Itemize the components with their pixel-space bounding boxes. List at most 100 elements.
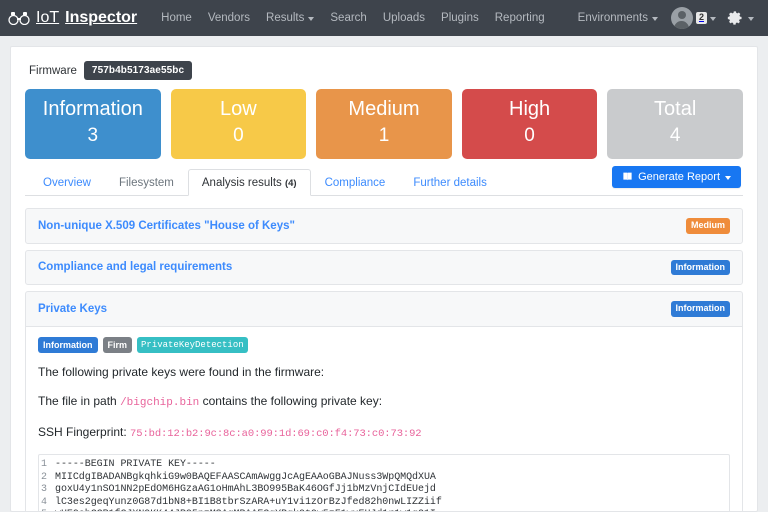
book-icon: [622, 171, 633, 182]
stat-label: Medium: [348, 98, 420, 120]
nav-item-reporting[interactable]: Reporting: [487, 3, 553, 33]
nav-item-results[interactable]: Results: [258, 3, 322, 33]
ssh-fingerprint-value: 75:bd:12:b2:9c:8c:a0:99:1d:69:c0:f4:73:c…: [130, 428, 422, 441]
tag-scope: Firm: [102, 336, 133, 354]
tab-overview[interactable]: Overview: [29, 169, 105, 196]
chevron-down-icon: [651, 17, 658, 21]
code-line-text: lC3es2geqYunz0G87d1bN8+BI1B8tbrSzARA+uY1…: [55, 496, 442, 508]
nav-label: Home: [161, 12, 192, 24]
stat-card-high[interactable]: High 0: [461, 89, 598, 159]
user-menu[interactable]: 2: [666, 2, 721, 34]
result-title: Private Keys: [38, 303, 108, 316]
environments-label: Environments: [577, 12, 648, 24]
stat-card-low[interactable]: Low 0: [170, 89, 307, 159]
result-title: Non-unique X.509 Certificates "House of …: [38, 219, 295, 232]
code-line-number: 4: [40, 496, 47, 508]
stat-card-medium[interactable]: Medium 1: [316, 89, 452, 159]
code-line-number: 1: [40, 459, 47, 471]
nav-label: Vendors: [207, 12, 251, 24]
ssh-fingerprint-label: SSH Fingerprint:: [38, 425, 131, 440]
avatar: [670, 7, 693, 29]
top-navbar: IoT Inspector Home Vendors Results Search…: [0, 0, 768, 36]
stat-label: Low: [220, 98, 257, 120]
brand-text-light: IoT: [36, 9, 60, 26]
detector-tag-row: Information Firm PrivateKeyDetection: [38, 336, 730, 354]
chevron-down-icon: [748, 17, 754, 21]
tab-analysis-results[interactable]: Analysis results (4): [187, 168, 311, 196]
stat-value: 0: [233, 125, 244, 146]
ssh-fingerprint-line: SSH Fingerprint: 75:bd:12:b2:9c:8c:a0:99…: [38, 424, 730, 441]
nav-label: Uploads: [382, 12, 426, 24]
nav-item-search[interactable]: Search: [322, 3, 374, 33]
stat-value: 4: [669, 125, 681, 146]
code-line-number: 3: [40, 484, 47, 496]
firmware-header: Firmware 757b4b5173ae55bc: [29, 61, 743, 80]
code-line-number: 2: [40, 471, 47, 483]
stat-label: Total: [654, 98, 697, 120]
nav-label: Search: [330, 12, 367, 24]
result-panel-header[interactable]: Private Keys Information: [26, 292, 742, 326]
tab-label: Filesystem: [118, 176, 174, 189]
generate-report-label: Generate Report: [638, 170, 720, 183]
stat-label: High: [509, 98, 551, 120]
intro-text: The following private keys were found in…: [38, 365, 325, 380]
nav-item-vendors[interactable]: Vendors: [200, 3, 258, 33]
result-panel-header[interactable]: Non-unique X.509 Certificates "House of …: [26, 209, 742, 243]
nav-item-plugins[interactable]: Plugins: [433, 3, 487, 33]
result-panel-private-keys: Private Keys Information Information Fir…: [25, 291, 743, 511]
stat-value: 0: [524, 125, 535, 146]
file-path-sentence: The file in path /bigchip.bin contains t…: [38, 393, 730, 411]
severity-summary-cards: Information 3 Low 0 Medium 1 High 0 Tota…: [25, 89, 743, 159]
nav-label: Plugins: [441, 12, 479, 24]
code-line-text: -----BEGIN PRIVATE KEY-----: [55, 459, 216, 471]
code-line: 4 lC3es2geqYunz0G87d1bN8+BI1B8tbrSzARA+u…: [39, 497, 729, 509]
stat-card-total[interactable]: Total 4: [607, 89, 743, 159]
result-panel-compliance: Compliance and legal requirements Inform…: [25, 249, 743, 286]
tag-detector-name: PrivateKeyDetection: [137, 336, 248, 354]
tab-further-details[interactable]: Further details: [399, 169, 501, 196]
nav-label: Reporting: [494, 12, 545, 24]
tab-filesystem[interactable]: Filesystem: [105, 169, 188, 196]
firmware-label: Firmware: [29, 64, 77, 77]
nav-label: Results: [266, 12, 305, 24]
tab-count: (4): [284, 177, 297, 189]
navbar-right-group: Environments 2: [572, 2, 758, 34]
environments-menu[interactable]: Environments: [572, 3, 664, 33]
settings-menu[interactable]: [723, 5, 758, 32]
private-key-code-block[interactable]: 1 -----BEGIN PRIVATE KEY----- 2 MIICdgIB…: [38, 454, 730, 511]
brand-logo[interactable]: IoT Inspector: [8, 9, 137, 27]
file-prefix-text: The file in path: [38, 394, 121, 409]
binoculars-icon: [8, 11, 30, 25]
chevron-down-icon: [725, 175, 731, 180]
severity-badge: Information: [670, 301, 730, 317]
code-line: 1 -----BEGIN PRIVATE KEY-----: [39, 459, 729, 471]
result-panel-header[interactable]: Compliance and legal requirements Inform…: [26, 251, 742, 285]
code-line-text: MIICdgIBADANBgkqhkiG9w0BAQEFAASCAmAwggJc…: [55, 471, 436, 483]
stat-value: 3: [87, 125, 99, 146]
stat-card-information[interactable]: Information 3: [25, 89, 161, 159]
primary-nav: Home Vendors Results Search Uploads Plug…: [153, 3, 552, 33]
stat-label: Information: [42, 98, 143, 120]
result-panel-house-of-keys: Non-unique X.509 Certificates "House of …: [25, 207, 743, 244]
nav-item-uploads[interactable]: Uploads: [375, 3, 433, 33]
firmware-hash-chip[interactable]: 757b4b5173ae55bc: [83, 61, 193, 80]
severity-badge: Medium: [685, 217, 730, 234]
file-path-value: /bigchip.bin: [120, 397, 200, 410]
private-keys-detail: Information Firm PrivateKeyDetection The…: [26, 325, 742, 511]
nav-item-home[interactable]: Home: [153, 3, 200, 33]
tab-label: Overview: [43, 176, 91, 189]
notification-count-badge: 2: [695, 12, 707, 24]
severity-badge: Information: [670, 259, 730, 276]
chevron-down-icon: [308, 17, 315, 21]
tab-compliance[interactable]: Compliance: [311, 169, 400, 196]
tab-label: Further details: [413, 176, 487, 189]
tag-severity: Information: [38, 336, 98, 354]
chevron-down-icon: [710, 17, 716, 21]
page-body: Firmware 757b4b5173ae55bc Information 3 …: [0, 36, 768, 512]
tab-label: Analysis results: [201, 176, 282, 189]
main-content-card: Firmware 757b4b5173ae55bc Information 3 …: [10, 46, 758, 512]
analysis-results-list: Non-unique X.509 Certificates "House of …: [25, 207, 743, 511]
generate-report-button[interactable]: Generate Report: [612, 165, 741, 188]
tab-bar: Overview Filesystem Analysis results (4)…: [25, 165, 743, 196]
brand-text-bold: Inspector: [65, 9, 138, 26]
